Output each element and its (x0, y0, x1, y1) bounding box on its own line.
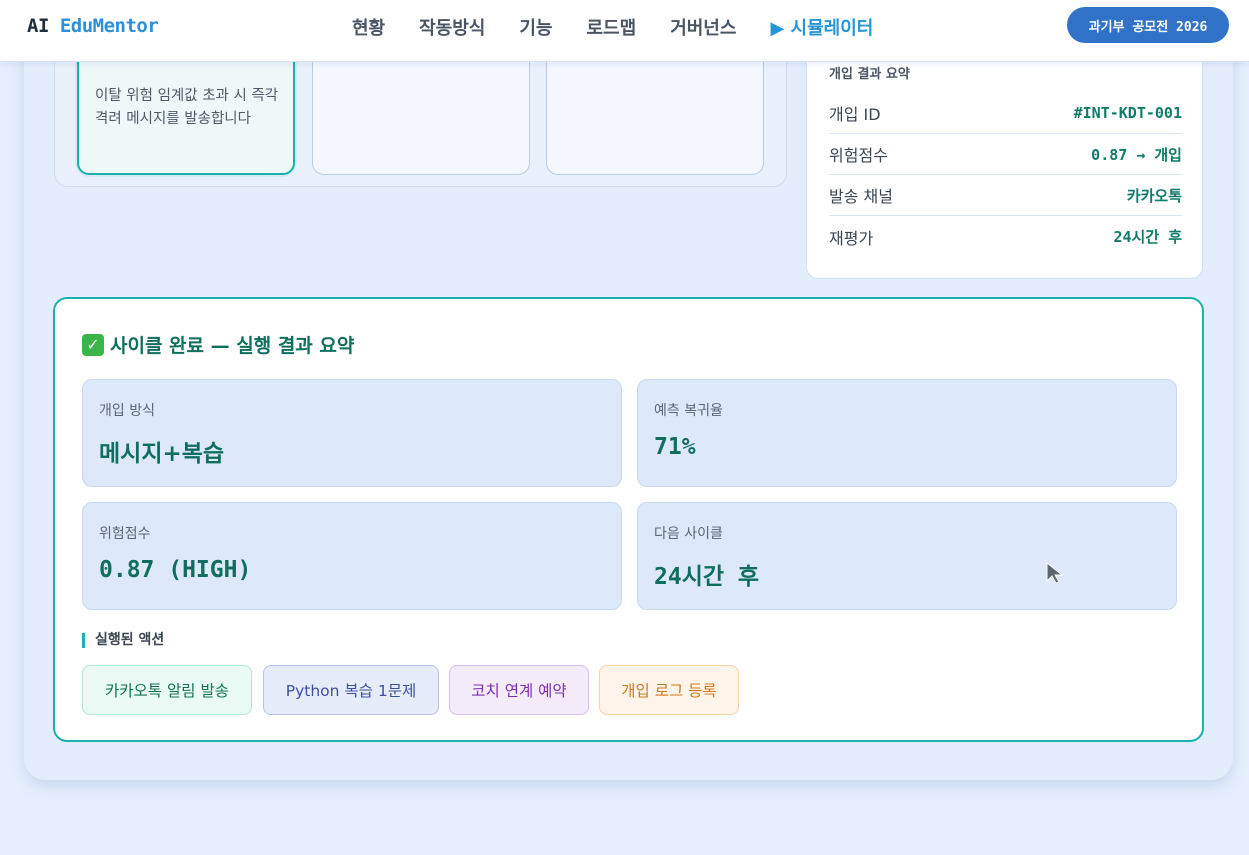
cycle-result-card: ✓ 사이클 완료 — 실행 결과 요약 개입 방식 메시지+복습 예측 복귀율 … (53, 297, 1204, 742)
summary-key: 재평가 (829, 228, 874, 248)
result-title-text: 사이클 완료 — 실행 결과 요약 (110, 335, 355, 357)
summary-key: 위험점수 (829, 146, 888, 165)
nav-link-features[interactable]: 기능 (519, 14, 552, 40)
top-navbar: AI EduMentor 현황 작동방식 기능 로드맵 거버넌스 ▶ 시뮬레이터… (0, 0, 1249, 62)
mouse-cursor-icon (1046, 562, 1064, 584)
logo[interactable]: AI EduMentor (27, 15, 159, 37)
nav-link-governance[interactable]: 거버넌스 (670, 14, 736, 40)
metric-label: 개입 방식 (99, 403, 155, 419)
metric-predicted-return-rate: 예측 복귀율 71% (637, 379, 1177, 487)
nav-link-how-it-works[interactable]: 작동방식 (419, 14, 485, 40)
nav-link-status[interactable]: 현황 (352, 14, 385, 40)
actions-label: 실행된 액션 (82, 633, 164, 648)
summary-value: 0.87 → 개입 (1091, 145, 1182, 164)
metric-label: 다음 사이클 (654, 526, 723, 542)
metric-value: 메시지+복습 (99, 441, 225, 467)
summary-row-risk-score: 위험점수 0.87 → 개입 (829, 134, 1182, 175)
nav-links: 현황 작동방식 기능 로드맵 거버넌스 ▶ 시뮬레이터 (352, 14, 873, 40)
contest-badge-button[interactable]: 과기부 공모전 2026 (1067, 7, 1229, 43)
action-chip-coach-booking[interactable]: 코치 연계 예약 (449, 665, 589, 715)
summary-row-channel: 발송 채널 카카오톡 (829, 175, 1182, 216)
summary-title: 개입 결과 요약 (829, 67, 910, 82)
metric-label: 예측 복귀율 (654, 403, 723, 419)
step-description: 이탈 위험 임계값 초과 시 즉각 격려 메시지를 발송합니다 (95, 88, 279, 127)
metric-value: 0.87 (HIGH) (99, 557, 252, 583)
logo-brand: EduMentor (59, 15, 159, 37)
summary-key: 개입 ID (829, 105, 881, 124)
action-chip-intervention-log[interactable]: 개입 로그 등록 (599, 665, 739, 715)
summary-value: 24시간 후 (1113, 228, 1183, 246)
nav-link-simulator[interactable]: ▶ 시뮬레이터 (770, 14, 873, 40)
metric-value: 71% (654, 434, 696, 460)
metric-next-cycle: 다음 사이클 24시간 후 (637, 502, 1177, 610)
summary-value: 카카오톡 (1126, 186, 1182, 205)
action-chip-kakao-alert[interactable]: 카카오톡 알림 발송 (82, 665, 252, 715)
summary-row-intervention-id: 개입 ID #INT-KDT-001 (829, 93, 1182, 134)
metric-value: 24시간 후 (654, 564, 760, 590)
metric-risk-score: 위험점수 0.87 (HIGH) (82, 502, 622, 610)
action-chip-python-review[interactable]: Python 복습 1문제 (263, 665, 439, 715)
metric-label: 위험점수 (99, 526, 151, 542)
logo-ai: AI (27, 15, 49, 37)
summary-key: 발송 채널 (829, 187, 893, 206)
summary-value: #INT-KDT-001 (1073, 104, 1182, 122)
result-title: ✓ 사이클 완료 — 실행 결과 요약 (82, 331, 354, 358)
check-icon: ✓ (82, 333, 104, 356)
summary-row-reevaluation: 재평가 24시간 후 (829, 216, 1182, 257)
metric-intervention-method: 개입 방식 메시지+복습 (82, 379, 622, 487)
nav-link-roadmap[interactable]: 로드맵 (587, 14, 637, 40)
